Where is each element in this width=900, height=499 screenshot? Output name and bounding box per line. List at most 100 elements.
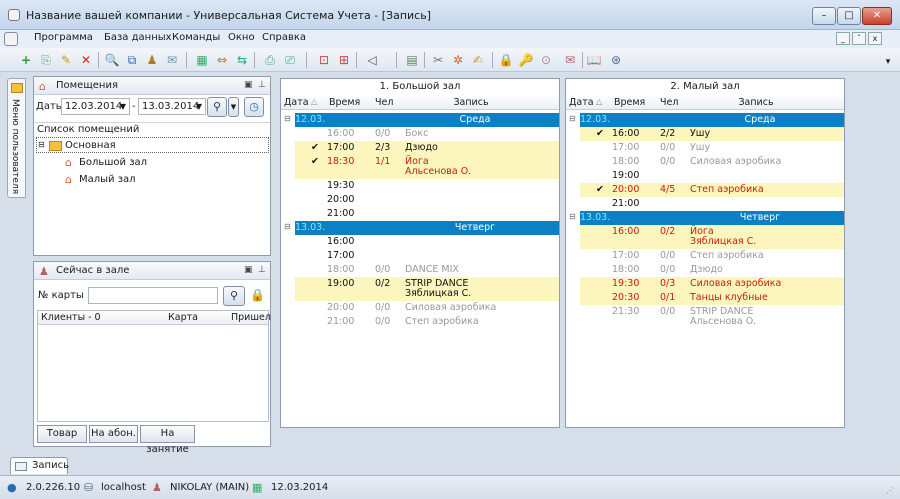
refresh-button[interactable]: ◷ bbox=[244, 97, 264, 117]
schedule-row[interactable]: 19:00 bbox=[580, 169, 844, 183]
resize-grip-icon[interactable]: ⋰ bbox=[886, 486, 894, 495]
user-menu-tab[interactable]: Меню пользователя bbox=[7, 78, 26, 198]
copy-icon[interactable]: ⎘ bbox=[38, 52, 54, 68]
schedule-row[interactable]: 18:00 0/0 DANCE MIX bbox=[295, 263, 559, 277]
message-icon[interactable]: ✉ bbox=[164, 52, 180, 68]
toolbar-overflow-button[interactable]: ▾ bbox=[880, 54, 896, 70]
chevron-down-icon[interactable]: ▼ bbox=[120, 99, 126, 114]
schedule-row[interactable]: 20:30 0/1 Танцы клубные bbox=[580, 291, 844, 305]
key-icon[interactable]: 🔑 bbox=[518, 52, 534, 68]
schedule-row[interactable]: ✔ 16:00 2/2 Ушу bbox=[580, 127, 844, 141]
filter-icon[interactable]: ⧉ bbox=[124, 52, 140, 68]
schedule-row[interactable]: 19:30 bbox=[295, 179, 559, 193]
menu-database[interactable]: База данных bbox=[104, 32, 172, 43]
sound-icon[interactable]: ◁ bbox=[364, 52, 380, 68]
note-icon[interactable]: ✍ bbox=[470, 52, 486, 68]
schedule-row[interactable]: 21:30 0/0 STRIP DANCE Альсенова О. bbox=[580, 305, 844, 329]
schedule-row[interactable]: 17:00 bbox=[295, 249, 559, 263]
col-arrived[interactable]: Пришел bbox=[231, 312, 271, 323]
day-header[interactable]: 13.03. Четверг bbox=[295, 221, 559, 235]
search-icon[interactable]: 🔍 bbox=[104, 52, 120, 68]
schedule-row[interactable]: 17:00 0/0 Ушу bbox=[580, 141, 844, 155]
schedule-row[interactable]: 19:00 0/2 STRIP DANCE Зяблицкая С. bbox=[295, 277, 559, 301]
chevron-down-icon[interactable]: ▼ bbox=[196, 99, 202, 114]
col-count[interactable]: Чел bbox=[375, 97, 393, 108]
search-dropdown-button[interactable]: ▼ bbox=[228, 97, 239, 117]
panel-restore-icon[interactable]: ▣ bbox=[244, 80, 253, 90]
schedule-row[interactable]: 16:00 0/2 Йога Зяблицкая С. bbox=[580, 225, 844, 249]
grid-icon[interactable]: ▦ bbox=[194, 52, 210, 68]
schedule-row[interactable]: 18:00 0/0 Дзюдо bbox=[580, 263, 844, 277]
col-date[interactable]: Дата bbox=[569, 97, 594, 108]
print-icon[interactable]: ⎙ bbox=[262, 52, 278, 68]
schedule-row[interactable]: 18:00 0/0 Силовая аэробика bbox=[580, 155, 844, 169]
lock-icon[interactable]: 🔒 bbox=[498, 52, 514, 68]
pin-icon[interactable]: ⊥ bbox=[258, 265, 266, 275]
col-count[interactable]: Чел bbox=[660, 97, 678, 108]
edit-icon[interactable]: ✎ bbox=[58, 52, 74, 68]
window-add-icon[interactable]: ⊞ bbox=[336, 52, 352, 68]
transfer-icon[interactable]: ⇔ bbox=[214, 52, 230, 68]
menu-program[interactable]: Программа bbox=[34, 32, 93, 43]
schedule-row[interactable]: 19:30 0/3 Силовая аэробика bbox=[580, 277, 844, 291]
schedule-row[interactable]: 20:00 0/0 Силовая аэробика bbox=[295, 301, 559, 315]
col-time[interactable]: Время bbox=[614, 97, 645, 108]
tab-record[interactable]: Запись bbox=[10, 457, 69, 474]
print-options-icon[interactable]: ⎚ bbox=[282, 52, 298, 68]
session-button[interactable]: На занятие bbox=[140, 425, 195, 455]
col-date[interactable]: Дата bbox=[284, 97, 309, 108]
book-icon[interactable]: 📖 bbox=[586, 52, 602, 68]
maximize-button[interactable]: □ bbox=[837, 7, 861, 25]
app-menu-icon[interactable] bbox=[4, 32, 18, 46]
col-card[interactable]: Карта bbox=[168, 312, 198, 323]
tree-item-big-hall[interactable]: ⌂ Большой зал bbox=[55, 156, 205, 170]
mail-icon[interactable]: ✉ bbox=[562, 52, 578, 68]
calendar-icon[interactable]: ▤ bbox=[404, 52, 420, 68]
menu-help[interactable]: Справка bbox=[262, 32, 306, 43]
schedule-row[interactable]: ✔ 20:00 4/5 Степ аэробика bbox=[580, 183, 844, 197]
schedule-row[interactable]: 17:00 0/0 Степ аэробика bbox=[580, 249, 844, 263]
tools-icon[interactable]: ✂ bbox=[430, 52, 446, 68]
date-from-field[interactable]: 12.03.2014 ▼ bbox=[61, 98, 130, 115]
collapse-icon[interactable]: ⊟ bbox=[569, 114, 576, 123]
exchange-icon[interactable]: ⇆ bbox=[234, 52, 250, 68]
person-icon[interactable]: ♟ bbox=[144, 52, 160, 68]
collapse-icon[interactable]: ⊟ bbox=[284, 114, 291, 123]
col-record[interactable]: Запись bbox=[696, 97, 816, 108]
settings-icon[interactable]: ✲ bbox=[450, 52, 466, 68]
schedule-row[interactable]: 16:00 0/0 Бокс bbox=[295, 127, 559, 141]
day-header[interactable]: 13.03. Четверг bbox=[580, 211, 844, 225]
close-button[interactable]: ✕ bbox=[862, 7, 892, 25]
schedule-row[interactable]: 16:00 bbox=[295, 235, 559, 249]
subscription-button[interactable]: На абон. bbox=[89, 425, 138, 443]
col-time[interactable]: Время bbox=[329, 97, 360, 108]
menu-window[interactable]: Окно bbox=[228, 32, 255, 43]
schedule-row[interactable]: 21:00 bbox=[580, 197, 844, 211]
search-button[interactable]: ⚲ bbox=[207, 97, 227, 117]
schedule-row[interactable]: 21:00 bbox=[295, 207, 559, 221]
mdi-minimize-button[interactable]: _ bbox=[836, 32, 850, 45]
collapse-icon[interactable]: ⊟ bbox=[569, 212, 576, 221]
card-search-button[interactable]: ⚲ bbox=[223, 286, 245, 306]
tree-item-root[interactable]: ⊟ Основная bbox=[36, 137, 269, 153]
add-icon[interactable]: + bbox=[18, 52, 34, 68]
schedule-row[interactable]: ✔ 18:30 1/1 Йога Альсенова О. bbox=[295, 155, 559, 179]
mdi-restore-button[interactable]: ˆ bbox=[852, 32, 866, 45]
menu-commands[interactable]: Команды bbox=[172, 32, 220, 43]
pin-icon[interactable]: ⊥ bbox=[258, 80, 266, 90]
lock-icon[interactable]: 🔒 bbox=[250, 288, 265, 302]
date-to-field[interactable]: 13.03.2014 ▼ bbox=[138, 98, 206, 115]
col-clients[interactable]: Клиенты - 0 bbox=[41, 312, 101, 323]
collapse-icon[interactable]: ⊟ bbox=[38, 140, 45, 149]
info-icon[interactable]: ⊛ bbox=[608, 52, 624, 68]
window-icon[interactable]: ⊡ bbox=[316, 52, 332, 68]
col-record[interactable]: Запись bbox=[411, 97, 531, 108]
schedule-row[interactable]: ✔ 17:00 2/3 Дзюдо bbox=[295, 141, 559, 155]
day-header[interactable]: 12.03. Среда bbox=[295, 113, 559, 127]
delete-icon[interactable]: ✕ bbox=[78, 52, 94, 68]
schedule-row[interactable]: 20:00 bbox=[295, 193, 559, 207]
panel-restore-icon[interactable]: ▣ bbox=[244, 265, 253, 275]
contacts-icon[interactable]: ⊙ bbox=[538, 52, 554, 68]
mdi-close-button[interactable]: x bbox=[868, 32, 882, 45]
tree-item-small-hall[interactable]: ⌂ Малый зал bbox=[55, 173, 205, 187]
